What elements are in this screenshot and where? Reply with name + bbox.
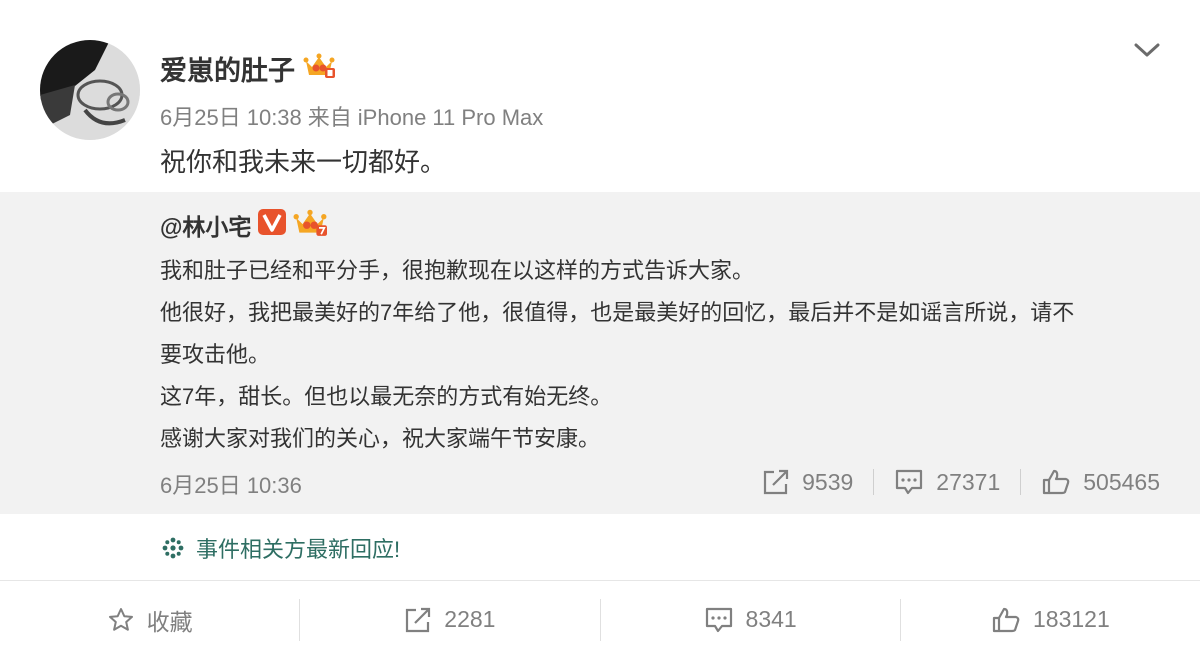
repost-text-line: 感谢大家对我们的关心，祝大家端午节安康。 — [160, 426, 601, 451]
post-menu-button[interactable] — [1130, 36, 1164, 64]
post-text: 祝你和我未来一切都好。 — [160, 147, 447, 177]
action-divider — [1020, 469, 1022, 495]
post-author-name[interactable]: 爱崽的肚子 — [160, 49, 295, 88]
thumbs-up-icon — [1043, 469, 1070, 495]
thumbs-up-icon — [992, 607, 1020, 632]
post-author[interactable]: 爱崽的肚子 — [160, 50, 335, 86]
bottom-action-bar: 收藏 2281 8341 183121 — [0, 581, 1200, 658]
reposted-content[interactable]: @林小宅 我和肚子已经和平分手，很抱歉现在以这样的方式告诉大家。 他很好，我把最… — [0, 192, 1200, 514]
like-count: 183121 — [1033, 606, 1110, 632]
avatar[interactable] — [40, 40, 140, 140]
repost-like-count: 505465 — [1083, 468, 1160, 495]
share-count: 2281 — [444, 606, 496, 632]
post-time: 10:38 — [246, 105, 302, 130]
comment-icon — [705, 607, 732, 632]
comment-button[interactable]: 8341 — [601, 581, 900, 658]
repost-like-button[interactable]: 505465 — [1041, 468, 1160, 496]
chevron-down-icon — [1134, 43, 1160, 57]
crown-level-icon — [293, 207, 328, 243]
repost-share-button[interactable]: 9539 — [762, 468, 853, 496]
post-source-prefix: 来自 — [307, 105, 352, 130]
repost-comment-count: 27371 — [936, 468, 1001, 495]
post-date: 6月25日 — [160, 105, 241, 130]
crown-level-icon — [303, 51, 335, 86]
share-button[interactable]: 2281 — [300, 581, 599, 658]
share-icon — [764, 469, 789, 495]
repost-comment-button[interactable]: 27371 — [894, 468, 1000, 496]
event-link[interactable]: 事件相关方最新回应! — [160, 532, 400, 564]
action-divider — [873, 469, 875, 495]
repost-share-count: 9539 — [802, 468, 854, 495]
comment-count: 8341 — [745, 606, 797, 632]
repost-timestamp[interactable]: 6月25日 10:36 — [160, 468, 302, 500]
post-meta: 6月25日 10:38 来自 iPhone 11 Pro Max — [160, 100, 549, 132]
post-source-device: iPhone 11 Pro Max — [357, 105, 544, 130]
repost-text-line: 要攻击他。 — [160, 342, 271, 367]
verified-v-icon — [257, 208, 287, 242]
event-link-label[interactable]: 事件相关方最新回应! — [196, 532, 400, 564]
favorite-button[interactable]: 收藏 — [0, 581, 299, 658]
repost-text-line: 我和肚子已经和平分手，很抱歉现在以这样的方式告诉大家。 — [160, 258, 755, 283]
share-icon — [406, 607, 431, 632]
comment-icon — [896, 469, 923, 495]
repost-author-name[interactable]: @林小宅 — [160, 208, 251, 242]
repost-actions: 9539 27371 505465 — [762, 462, 1160, 502]
repost-text-line: 这7年，甜长。但也以最无奈的方式有始无终。 — [160, 384, 613, 409]
like-button[interactable]: 183121 — [901, 581, 1200, 658]
pinwheel-icon — [162, 537, 184, 559]
star-icon — [108, 607, 133, 631]
repost-text-line: 他很好，我把最美好的7年给了他，很值得，也是最美好的回忆，最后并不是如谣言所说，… — [160, 300, 1075, 325]
favorite-label: 收藏 — [146, 608, 193, 635]
repost-text: 我和肚子已经和平分手，很抱歉现在以这样的方式告诉大家。 他很好，我把最美好的7年… — [160, 250, 1170, 460]
repost-author[interactable]: @林小宅 — [160, 207, 328, 243]
